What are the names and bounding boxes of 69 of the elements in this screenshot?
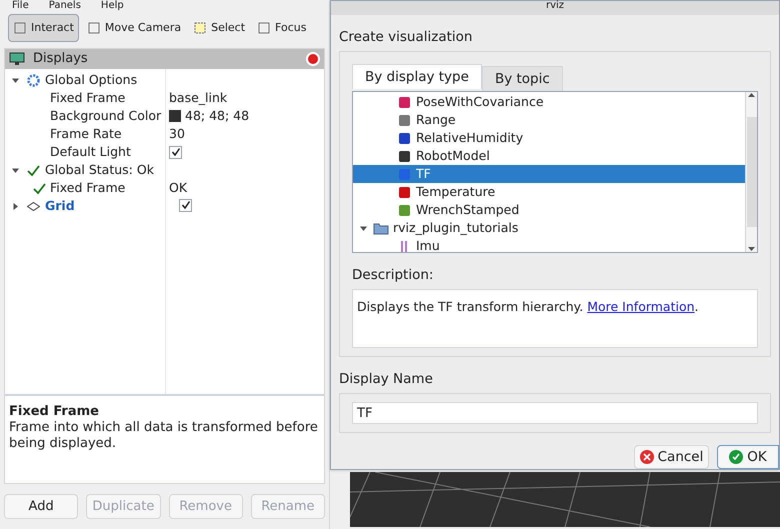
help-text: Frame into which all data is transformed before being displayed. [9, 420, 319, 452]
selection-icon [193, 21, 208, 35]
property-name: Fixed Frame [50, 89, 126, 107]
panel-title: Displays [33, 50, 89, 68]
list-item[interactable]: Temperature [353, 183, 745, 202]
display-type-icon [397, 148, 412, 164]
checkbox[interactable] [179, 198, 192, 212]
cancel-icon [640, 450, 654, 464]
folder-icon [373, 222, 389, 235]
toolbar-button[interactable]: Select [189, 14, 250, 42]
property-name: Background Color [50, 107, 162, 125]
display-type-icon [397, 202, 412, 218]
tree-item-label[interactable]: Global Options [45, 71, 171, 89]
tree-item-label[interactable]: Grid [45, 197, 171, 215]
toolbar-button[interactable]: Move Camera [82, 14, 186, 42]
tree-item-label[interactable]: Global Status: Ok [45, 161, 171, 179]
display-type-icon [397, 130, 412, 146]
ok-button[interactable]: OK [717, 445, 779, 469]
cancel-button[interactable]: Cancel [634, 445, 709, 469]
grid-icon [26, 202, 40, 210]
expanded-arrow-icon[interactable] [360, 224, 366, 232]
close-icon[interactable] [306, 52, 320, 66]
toolbar-button[interactable]: Interact [8, 14, 79, 42]
list-item[interactable]: RelativeHumidity [353, 129, 745, 148]
monitor-icon [9, 52, 25, 66]
display-type-icon [397, 94, 412, 110]
menu-item[interactable]: File [12, 0, 29, 12]
tab[interactable]: By display type [352, 64, 482, 90]
display-type-icon [397, 112, 412, 128]
expanded-arrow-icon[interactable] [12, 76, 18, 84]
list-item[interactable]: RobotModel [353, 147, 745, 166]
list-item[interactable]: PoseWithCovariance [353, 93, 745, 112]
list-item[interactable]: Imu [353, 237, 745, 256]
description-text: Displays the TF transform hierarchy. More Information. [357, 299, 699, 314]
tree-item-label[interactable]: rviz_plugin_tutorials [393, 219, 518, 238]
property-name: Fixed Frame [50, 179, 126, 197]
scroll-up-icon[interactable] [748, 92, 755, 100]
property-value: 48; 48; 48 [185, 107, 250, 125]
display-type-icon [397, 184, 412, 200]
collapsed-arrow-icon[interactable] [12, 202, 18, 210]
dialog-title: rviz [546, 1, 564, 11]
expanded-arrow-icon[interactable] [12, 166, 18, 174]
scroll-down-icon[interactable] [748, 245, 755, 252]
toolbar-button[interactable]: Focus [253, 14, 310, 42]
name-label: Display Name [338, 370, 434, 389]
checkmark-icon [33, 182, 46, 194]
display-type-icon [397, 166, 412, 182]
display-name-field[interactable]: TF [352, 402, 758, 424]
property-value: 30 [169, 125, 185, 143]
property-value: OK [169, 179, 188, 197]
ok-icon [729, 450, 744, 464]
list-item[interactable]: TF [353, 165, 745, 184]
property-name: Default Light [50, 143, 132, 161]
help-title: Fixed Frame [9, 404, 100, 420]
menu-item[interactable]: Help [100, 0, 124, 12]
tab[interactable]: By topic [482, 66, 563, 92]
gear-icon [26, 74, 40, 86]
panel-button[interactable]: Add [4, 494, 78, 519]
menu-item[interactable]: Panels [48, 0, 81, 12]
scrollbar[interactable] [745, 92, 757, 252]
checkmark-icon [26, 164, 40, 176]
description-label: Description: [352, 266, 434, 286]
checkbox[interactable] [169, 146, 182, 158]
list-item[interactable]: Range [353, 111, 745, 130]
property-name: Frame Rate [50, 125, 123, 143]
more-information-link[interactable]: More Information [587, 299, 695, 314]
section-title: Create visualization [338, 28, 474, 47]
list-item[interactable]: WrenchStamped [353, 201, 745, 220]
property-value: base_link [169, 89, 228, 107]
